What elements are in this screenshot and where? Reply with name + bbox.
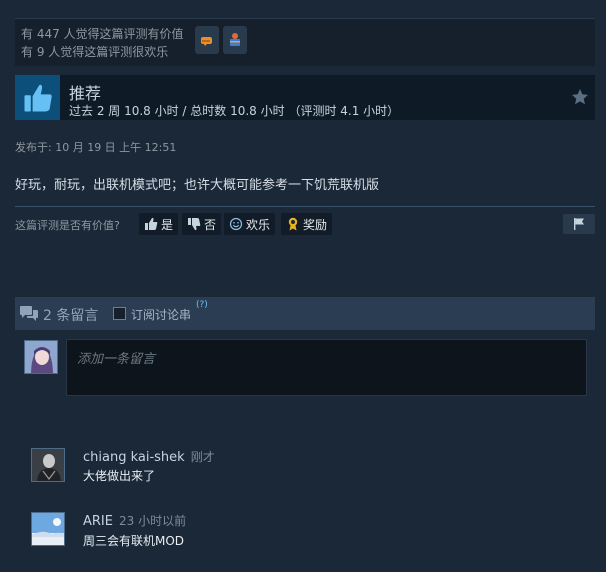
treasure-chest-award-icon[interactable] — [223, 26, 247, 54]
vote-yes-button[interactable]: 是 — [139, 213, 179, 235]
comment-text: 大佬做出来了 — [83, 469, 156, 483]
thumbs-up-icon — [145, 217, 158, 230]
divider — [15, 206, 595, 207]
comments-icon — [20, 306, 38, 321]
avatar[interactable] — [31, 448, 65, 482]
vote-funny-button[interactable]: 欢乐 — [224, 213, 276, 235]
smiley-icon — [229, 217, 243, 231]
avatar[interactable] — [31, 512, 65, 546]
comment-input[interactable]: 添加一条留言 — [66, 339, 587, 396]
vote-yes-label: 是 — [161, 217, 174, 232]
flag-icon — [574, 218, 584, 230]
comment-author[interactable]: chiang kai-shek 刚才 — [83, 448, 215, 465]
funny-count: 有 9 人觉得这篇评测很欢乐 — [21, 45, 169, 59]
recommendation-header: 推荐 过去 2 周 10.8 小时 / 总时数 10.8 小时 （评测时 4.1… — [15, 75, 595, 120]
vote-funny-label: 欢乐 — [246, 217, 271, 232]
award-medal-icon — [288, 217, 298, 231]
recommendation-title: 推荐 — [69, 84, 102, 103]
comments-header: 2 条留言 订阅讨论串 (?) — [15, 297, 595, 330]
glove-award-icon[interactable] — [195, 26, 219, 54]
review-stats-bar: 有 447 人觉得这篇评测有价值 有 9 人觉得这篇评测很欢乐 — [15, 18, 595, 66]
vote-no-button[interactable]: 否 — [182, 213, 222, 235]
comments-count: 2 条留言 — [43, 308, 99, 324]
thumbs-down-icon — [188, 218, 201, 231]
star-icon[interactable] — [571, 88, 589, 106]
comment-author-name[interactable]: ARIE — [83, 514, 113, 529]
subscribe-help-link[interactable]: (?) — [196, 300, 208, 310]
comment-text: 周三会有联机MOD — [83, 534, 185, 548]
thumbs-up-icon — [15, 75, 60, 120]
comment-timestamp: 23 小时以前 — [118, 514, 187, 528]
comment-author[interactable]: ARIE 23 小时以前 — [83, 512, 186, 529]
award-label: 奖励 — [303, 217, 328, 232]
comment-author-name[interactable]: chiang kai-shek — [83, 450, 185, 465]
avatar[interactable] — [24, 340, 58, 374]
subscribe-label[interactable]: 订阅讨论串 — [131, 306, 191, 323]
helpful-count: 有 447 人觉得这篇评测有价值 — [21, 27, 184, 41]
helpful-question: 这篇评测是否有价值? — [15, 219, 120, 232]
subscribe-checkbox[interactable] — [113, 307, 126, 320]
review-text: 好玩，耐玩，出联机模式吧；也许大概可能参考一下饥荒联机版 — [15, 178, 380, 193]
posted-date: 发布于: 10 月 19 日 上午 12:51 — [15, 141, 177, 154]
playtime-hours: 过去 2 周 10.8 小时 / 总时数 10.8 小时 （评测时 4.1 小时… — [69, 104, 400, 118]
award-button[interactable]: 奖励 — [281, 213, 333, 235]
vote-no-label: 否 — [204, 217, 217, 232]
report-flag-button[interactable] — [563, 214, 595, 234]
comment-timestamp: 刚才 — [190, 450, 215, 464]
